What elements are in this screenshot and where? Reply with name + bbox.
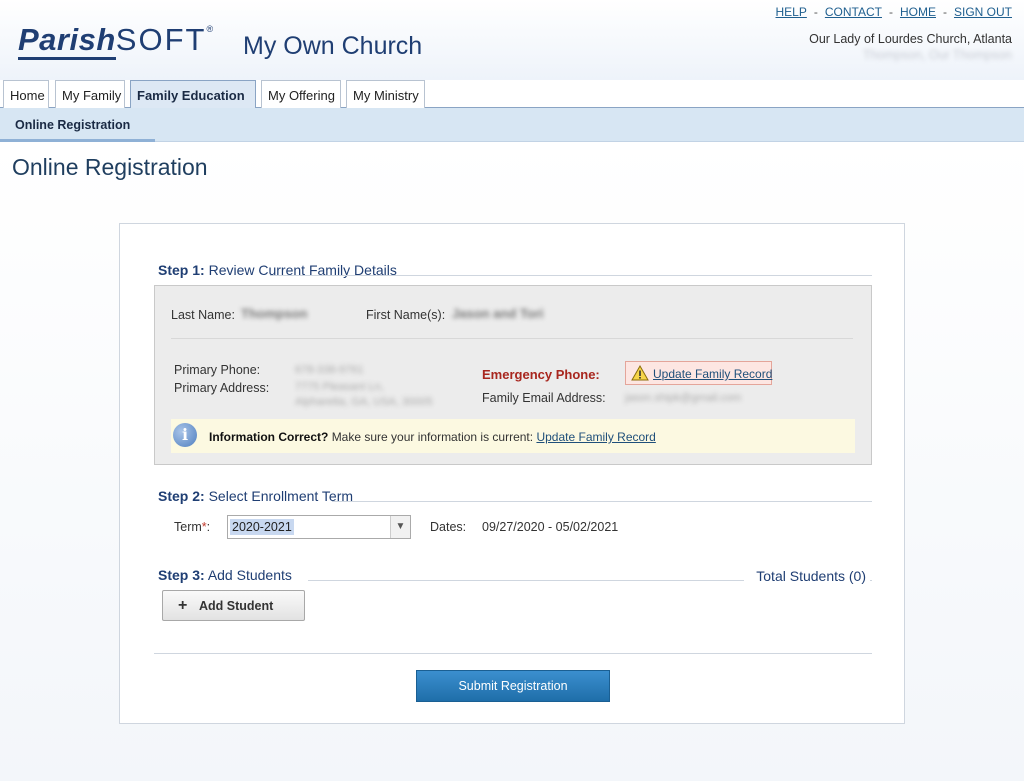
primary-phone-value: 678-338-9761: [295, 364, 364, 376]
add-student-label: Add Student: [199, 599, 274, 613]
page-title: Online Registration: [12, 154, 208, 180]
primary-address-line2: Alpharetta, GA, USA, 30005: [295, 396, 433, 408]
sign-out-link[interactable]: SIGN OUT: [954, 5, 1012, 19]
step3-number: Step 3:: [158, 567, 205, 583]
step3-rule: [308, 580, 744, 581]
logo-registered-mark: ®: [206, 24, 214, 34]
first-names-value: Jason and Tori: [452, 306, 544, 321]
primary-address-line1: 7775 Pleasant Ln,: [295, 381, 384, 393]
step3-heading: Step 3: Add Students: [158, 567, 292, 583]
step2-rule: [332, 501, 872, 502]
plus-icon: +: [178, 597, 188, 614]
term-label: Term*:: [174, 520, 210, 534]
info-update-family-record-link[interactable]: Update Family Record: [536, 430, 655, 444]
term-colon: :: [206, 520, 211, 534]
step2-number: Step 2:: [158, 488, 205, 504]
tab-my-ministry[interactable]: My Ministry: [346, 80, 425, 108]
primary-phone-label: Primary Phone:: [174, 363, 261, 377]
primary-address-label: Primary Address:: [174, 381, 270, 395]
contact-link[interactable]: CONTACT: [825, 5, 882, 19]
chevron-down-icon[interactable]: ▼: [390, 516, 410, 538]
term-select[interactable]: 2020-2021 ▼: [227, 515, 411, 539]
tab-family-education[interactable]: Family Education: [130, 80, 256, 108]
main-content: Online Registration Step 1: Review Curre…: [0, 142, 1024, 781]
church-name: Our Lady of Lourdes Church, Atlanta: [809, 32, 1012, 46]
dates-value: 09/27/2020 - 05/02/2021: [482, 520, 619, 534]
step1-rule: [270, 275, 872, 276]
user-name: Thompson, Our Thompson: [862, 48, 1012, 62]
link-separator: -: [888, 5, 893, 19]
term-label-text: Term: [174, 520, 202, 534]
home-link[interactable]: HOME: [900, 5, 936, 19]
family-details-box: Last Name: Thompson First Name(s): Jason…: [154, 285, 872, 465]
add-student-button[interactable]: + Add Student: [162, 590, 305, 621]
top-links: HELP - CONTACT - HOME - SIGN OUT: [776, 5, 1012, 19]
tab-home[interactable]: Home: [3, 80, 49, 108]
logo-parish-text: Parish: [18, 22, 116, 60]
last-name-label: Last Name:: [171, 308, 235, 322]
subnav-online-registration[interactable]: Online Registration: [0, 108, 155, 142]
step2-heading: Step 2: Select Enrollment Term: [158, 488, 353, 504]
panel-bottom-divider: [154, 653, 872, 654]
update-family-record-button[interactable]: Update Family Record: [625, 361, 772, 385]
step1-number: Step 1:: [158, 262, 205, 278]
info-circle-icon: i: [173, 423, 197, 447]
family-box-divider: [171, 338, 853, 339]
emergency-phone-label: Emergency Phone:: [482, 367, 600, 382]
link-separator: -: [813, 5, 818, 19]
main-tabs: Home My Family Family Education My Offer…: [0, 80, 1024, 108]
information-correct-notice: i Information Correct? Make sure your in…: [171, 419, 855, 453]
tab-my-offering[interactable]: My Offering: [261, 80, 341, 108]
dates-label: Dates:: [430, 520, 467, 534]
term-select-value: 2020-2021: [230, 519, 294, 535]
church-title: My Own Church: [243, 32, 423, 60]
logo-soft-text: SOFT: [115, 22, 207, 57]
step3-title: Add Students: [207, 567, 292, 583]
last-name-value: Thompson: [241, 306, 308, 321]
link-separator: -: [942, 5, 947, 19]
info-correct-bold: Information Correct?: [209, 430, 329, 444]
info-correct-text: Make sure your information is current:: [331, 430, 534, 444]
submit-registration-button[interactable]: Submit Registration: [416, 670, 610, 702]
tab-my-family[interactable]: My Family: [55, 80, 125, 108]
update-family-record-label: Update Family Record: [653, 367, 773, 381]
help-link[interactable]: HELP: [776, 5, 807, 19]
parishsoft-logo[interactable]: ParishSOFT®: [18, 22, 214, 60]
sub-navigation: Online Registration: [0, 108, 1024, 142]
family-email-label: Family Email Address:: [482, 391, 606, 405]
step3-rule-end: [870, 580, 872, 581]
first-names-label: First Name(s):: [366, 308, 446, 322]
registration-panel: Step 1: Review Current Family Details La…: [119, 223, 905, 724]
total-students-count: Total Students (0): [756, 568, 866, 584]
header: ParishSOFT® My Own Church HELP - CONTACT - H…: [0, 0, 1024, 80]
family-email-value: jason.shipk@gmail.com: [625, 392, 742, 404]
warning-triangle-icon: [631, 365, 649, 381]
